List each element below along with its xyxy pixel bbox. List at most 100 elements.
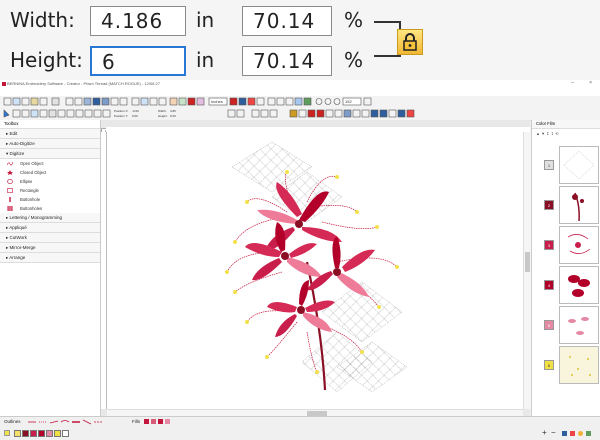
zoom-field[interactable]: 152: [345, 99, 352, 104]
rectangle-icon: [7, 188, 13, 193]
toolbox-panel: Toolbox ▸ Edit ▸ Auto-Digitize ▾ Digitiz…: [0, 120, 101, 416]
color-swatch: 4: [544, 280, 554, 290]
bottom-swatch-7[interactable]: [62, 430, 69, 437]
section-applique[interactable]: ▸ Appliqué: [0, 223, 100, 233]
toolbox-title: Toolbox: [0, 120, 100, 129]
tool-ellipse[interactable]: Ellipse: [0, 177, 100, 186]
color-thumbnail: [559, 186, 599, 224]
color-swatch: 1: [544, 160, 554, 170]
palette-icon[interactable]: [578, 431, 583, 436]
color-film-entry[interactable]: 2: [544, 186, 600, 224]
section-cutwork-label: CutWork: [9, 235, 27, 240]
height-unit: in: [196, 48, 215, 72]
width-percent-input[interactable]: 70.14: [242, 6, 332, 36]
toolbar-width-label: Width:: [158, 109, 167, 113]
settings-icon[interactable]: [586, 431, 591, 436]
tool-closed-object[interactable]: Closed Object: [0, 168, 100, 177]
tool-ellipse-label: Ellipse: [20, 179, 33, 184]
bottom-swatch-1[interactable]: [14, 430, 21, 437]
section-arrange-label: Arrange: [9, 255, 26, 260]
units-field[interactable]: Inches: [211, 99, 223, 104]
buttonhole-icon: [9, 197, 11, 202]
color-thumbnail: [559, 266, 599, 304]
tool-rectangle[interactable]: Rectangle: [0, 186, 100, 195]
width-percent-sign: %: [344, 8, 364, 32]
remove-icon[interactable]: −: [551, 428, 556, 437]
fills-label: Fills: [132, 419, 140, 424]
tool-buttonholes[interactable]: Buttonholes: [0, 204, 100, 213]
color-film-entry[interactable]: 6: [544, 346, 600, 384]
section-digitize-label: Digitize: [9, 151, 25, 156]
bottom-swatch-2[interactable]: [22, 430, 29, 437]
padlock-icon[interactable]: [397, 29, 423, 55]
color-film-title: Color Film: [532, 120, 600, 129]
bottom-swatch-5[interactable]: [46, 430, 53, 437]
window-title: BERNINA Embroidery Software - Creator - …: [7, 81, 161, 86]
color-film-entry[interactable]: 1: [544, 146, 600, 184]
section-lettering-label: Lettering / Monogramming: [9, 215, 63, 220]
tool-closed-object-label: Closed Object: [20, 170, 47, 175]
fill-tatami-icon[interactable]: [151, 419, 156, 424]
section-digitize[interactable]: ▾ Digitize: [0, 149, 100, 159]
color-swatch: 2: [544, 200, 554, 210]
position-y-value[interactable]: 0.00: [132, 114, 138, 118]
vertical-scrollbar[interactable]: [523, 132, 531, 409]
closed-object-icon: [7, 170, 13, 175]
bottom-swatch-3[interactable]: [30, 430, 37, 437]
toolbar-height-label: Height:: [158, 114, 168, 118]
color-thumbnail: [559, 226, 599, 264]
color-film-panel: Color Film ▲ ▼ ↥ ↧ ⟲ 1 2 3 4 5 6: [531, 120, 600, 416]
section-edit-label: Edit: [9, 131, 18, 136]
fill-motif-icon[interactable]: [165, 419, 170, 424]
design-tabs: Design1 ● 32790-18 ● 32790-97 ●: [101, 120, 190, 137]
color-film-entry[interactable]: 5: [544, 306, 600, 344]
color-film-entry[interactable]: 4: [544, 266, 600, 304]
fabric-icon[interactable]: [4, 430, 10, 436]
section-edit[interactable]: ▸ Edit: [0, 129, 100, 139]
position-x-value[interactable]: -0.00: [132, 109, 139, 113]
thread-chart-icon[interactable]: [562, 431, 567, 436]
tool-open-object-label: Open Object: [20, 161, 44, 166]
position-x-label: Position X:: [114, 109, 129, 113]
fill-pattern-icon[interactable]: [158, 419, 163, 424]
color-wheel-icon[interactable]: [570, 431, 575, 436]
section-auto-digitize[interactable]: ▸ Auto-Digitize: [0, 139, 100, 149]
section-lettering[interactable]: ▸ Lettering / Monogramming: [0, 213, 100, 223]
height-percent-sign: %: [344, 48, 364, 72]
section-mirror-merge[interactable]: ▸ Mirror-Merge: [0, 243, 100, 253]
bottom-swatch-4[interactable]: [38, 430, 45, 437]
height-label: Height:: [10, 48, 83, 72]
add-icon[interactable]: +: [542, 428, 547, 437]
section-arrange[interactable]: ▸ Arrange: [0, 253, 100, 263]
tool-buttonhole-label: Buttonhole: [20, 197, 41, 202]
open-object-icon: [7, 161, 13, 166]
width-input[interactable]: 4.186: [90, 6, 186, 36]
tool-rectangle-label: Rectangle: [20, 188, 39, 193]
design-canvas-area: Design1 ● 32790-18 ● 32790-97 ●: [101, 120, 531, 417]
tool-open-object[interactable]: Open Object: [0, 159, 100, 168]
color-film-toolbar: ▲ ▼ ↥ ↧ ⟲: [536, 131, 559, 136]
height-input[interactable]: 6: [90, 46, 186, 76]
title-bar: BERNINA Embroidery Software - Creator - …: [0, 80, 600, 88]
width-label: Width:: [10, 8, 75, 32]
app-logo-icon: [2, 82, 6, 86]
vertical-scroll-thumb[interactable]: [525, 252, 530, 272]
bottom-swatch-6[interactable]: [54, 430, 61, 437]
color-film-entry[interactable]: 3: [544, 226, 600, 264]
embroidery-design[interactable]: [107, 132, 523, 409]
toolbar-height-value[interactable]: 6.00: [170, 114, 176, 118]
color-swatch: 3: [544, 240, 554, 250]
fill-satin-icon[interactable]: [144, 419, 149, 424]
section-cutwork[interactable]: ▸ CutWork: [0, 233, 100, 243]
buttonholes-icon: [7, 206, 13, 211]
minimize-icon[interactable]: –: [571, 80, 574, 86]
color-thumbnail: [559, 146, 599, 184]
close-icon[interactable]: ×: [589, 80, 592, 86]
bottom-toolbar: Outlines Fills + −: [0, 416, 600, 440]
tool-buttonholes-label: Buttonholes: [20, 206, 43, 211]
section-mirror-merge-label: Mirror-Merge: [9, 245, 36, 250]
color-thumbnail: [559, 306, 599, 344]
tool-buttonhole[interactable]: Buttonhole: [0, 195, 100, 204]
toolbar-width-value[interactable]: 4.86: [170, 109, 176, 113]
height-percent-input[interactable]: 70.14: [242, 46, 332, 76]
